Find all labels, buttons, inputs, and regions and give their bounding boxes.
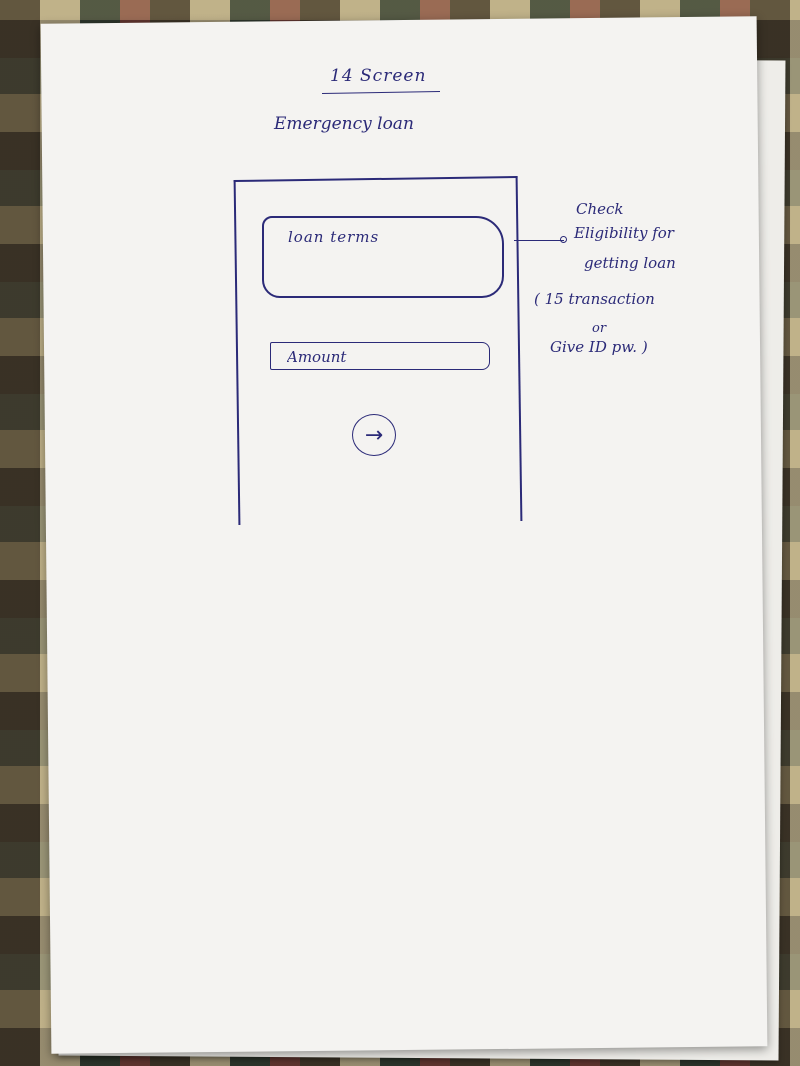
paper-sheet xyxy=(40,16,768,1054)
amount-input[interactable] xyxy=(270,342,490,370)
annotation-line-4: ( 15 transaction xyxy=(534,290,655,308)
next-button[interactable]: → xyxy=(352,414,396,456)
loan-terms-box[interactable]: loan terms xyxy=(262,216,504,298)
annotation-line-6: Give ID pw. ) xyxy=(550,338,648,356)
annotation-line-1: Check xyxy=(576,200,624,218)
annotation-line-2: Eligibility for xyxy=(574,224,674,242)
annotation-line-3: getting loan xyxy=(584,254,676,272)
screen-subtitle: Emergency loan xyxy=(274,114,414,134)
annotation-connector-dot xyxy=(560,236,567,243)
loan-terms-label: loan terms xyxy=(288,228,380,246)
screen-title: 14 Screen xyxy=(330,66,427,86)
arrow-right-icon: → xyxy=(364,422,384,448)
annotation-connector-line xyxy=(514,240,564,241)
annotation-line-5: or xyxy=(592,321,607,336)
